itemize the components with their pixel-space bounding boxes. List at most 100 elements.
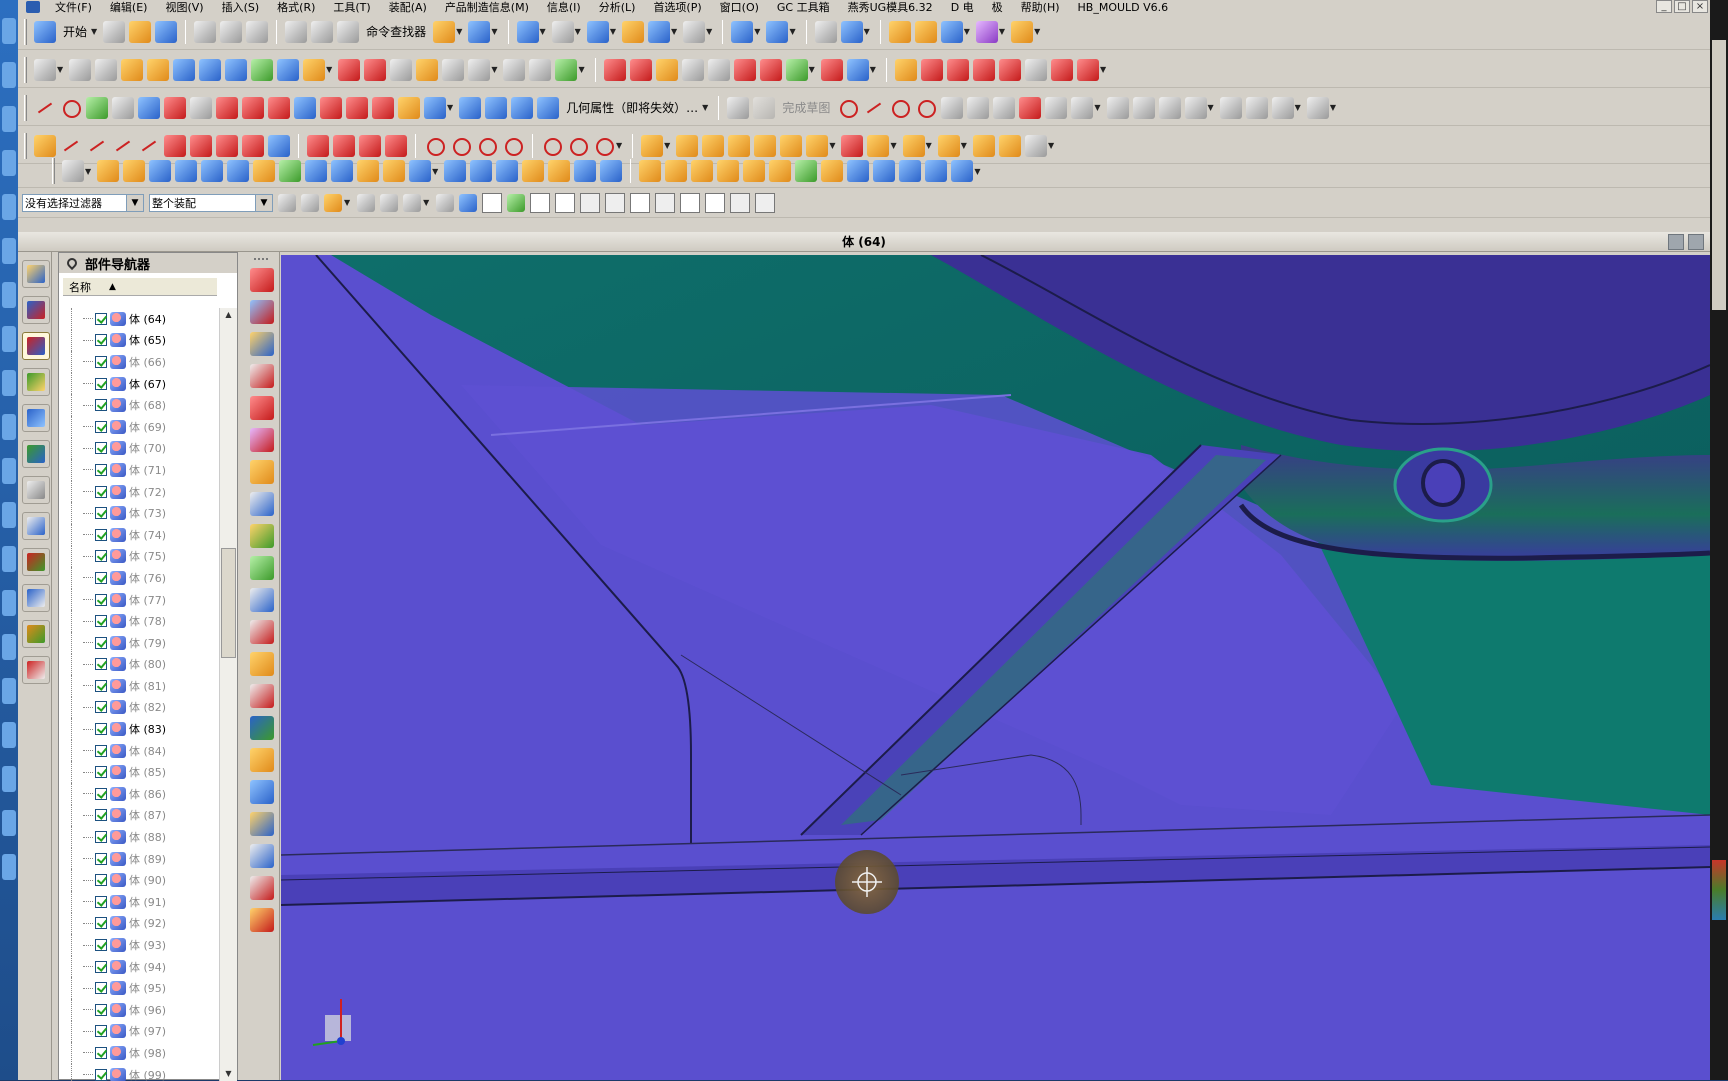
redo-icon[interactable] [311, 20, 334, 43]
law-extension-icon[interactable] [468, 58, 491, 81]
dropdown-icon[interactable]: ▼ [961, 141, 967, 150]
styled-corner-icon[interactable] [785, 58, 808, 81]
dropdown-icon[interactable]: ▼ [1094, 103, 1100, 112]
visibility-checkbox[interactable] [95, 507, 107, 520]
cross-section-edge-icon[interactable] [639, 160, 662, 182]
dropdown-icon[interactable]: ▼ [1208, 103, 1214, 112]
replace-face-icon[interactable] [123, 160, 146, 182]
curve-on-surface-icon[interactable] [894, 58, 917, 81]
sketch-point-icon[interactable] [1045, 96, 1068, 119]
visibility-checkbox[interactable] [95, 463, 107, 476]
orient-view-icon[interactable] [586, 20, 609, 43]
make-tangent-icon[interactable] [305, 160, 328, 182]
dropdown-icon[interactable]: ▼ [754, 27, 760, 36]
i-form-icon[interactable] [629, 58, 652, 81]
auto-constraint-icon[interactable] [1245, 96, 1268, 119]
mold-csys-icon[interactable] [250, 332, 274, 356]
feature-curve-rule-icon[interactable] [324, 193, 342, 212]
menu-analysis[interactable]: 分析(L) [590, 0, 645, 14]
snap-existing-point-icon[interactable] [680, 192, 701, 213]
tree-row[interactable]: 体 (98) [63, 1042, 217, 1064]
more-sketch-icon[interactable] [1306, 96, 1329, 119]
dropdown-icon[interactable]: ▼ [456, 27, 462, 36]
quick-trim-icon[interactable] [1106, 96, 1129, 119]
tree-row[interactable]: 体 (86) [63, 783, 217, 805]
electrode-icon[interactable] [250, 780, 274, 804]
visibility-checkbox[interactable] [95, 1046, 107, 1059]
snap-bounded-grid-icon[interactable] [755, 192, 776, 213]
visibility-checkbox[interactable] [95, 399, 107, 412]
helix-icon[interactable] [1050, 58, 1073, 81]
menu-gc-toolkit[interactable]: GC 工具箱 [768, 0, 839, 14]
dropdown-icon[interactable]: ▼ [999, 27, 1005, 36]
tree-row[interactable]: 体 (83) [63, 718, 217, 740]
dropdown-icon[interactable]: ▼ [432, 167, 438, 176]
gate-icon[interactable] [250, 684, 274, 708]
system-materials-tab[interactable] [22, 476, 50, 504]
sketch-dimension-icon[interactable] [1184, 96, 1207, 119]
show-constraints-icon[interactable] [1271, 96, 1294, 119]
dropdown-icon[interactable]: ▼ [1295, 103, 1301, 112]
tree-row[interactable]: 体 (77) [63, 588, 217, 611]
bill-of-materials-icon[interactable] [250, 876, 274, 900]
visibility-checkbox[interactable] [95, 917, 107, 930]
tree-row[interactable]: 体 (85) [63, 761, 217, 784]
offset-region-icon[interactable] [201, 160, 224, 182]
flow-icon[interactable] [707, 58, 730, 81]
roles-tab[interactable] [22, 584, 50, 612]
start-dropdown-icon[interactable]: ▼ [91, 27, 97, 36]
transition-icon[interactable] [529, 58, 552, 81]
scroll-down-icon[interactable]: ▼ [221, 1067, 236, 1081]
tree-row[interactable]: 体 (80) [63, 653, 217, 676]
mold-tools-icon[interactable] [250, 460, 274, 484]
dropdown-icon[interactable]: ▼ [1100, 65, 1106, 74]
toolbar-grip[interactable] [52, 158, 55, 184]
visibility-checkbox[interactable] [95, 874, 107, 887]
dropdown-icon[interactable]: ▼ [702, 103, 708, 112]
menu-preferences[interactable]: 首选项(P) [644, 0, 710, 14]
cavity-layout-icon[interactable] [250, 428, 274, 452]
visibility-checkbox[interactable] [95, 744, 107, 757]
tree-row[interactable]: 体 (64) [63, 308, 217, 330]
shrinkage-icon[interactable] [250, 364, 274, 388]
sketch-rectangle-icon[interactable] [993, 96, 1016, 119]
trim-curve-icon[interactable] [268, 96, 290, 119]
studio-surface-icon[interactable] [555, 58, 578, 81]
menu-ji[interactable]: 极 [983, 0, 1012, 14]
visibility-checkbox[interactable] [95, 809, 107, 822]
visibility-checkbox[interactable] [95, 485, 107, 498]
visibility-checkbox[interactable] [95, 312, 107, 325]
command-finder-button[interactable]: 命令查找器 [363, 23, 429, 40]
reset-filter-icon[interactable] [301, 193, 319, 212]
type-filter-select[interactable]: 没有选择过滤器 ▼ [22, 193, 144, 212]
fit-view-icon[interactable] [516, 20, 539, 43]
background-icon[interactable] [683, 20, 706, 43]
extend-curve-icon[interactable] [294, 96, 316, 119]
tree-row[interactable]: 体 (68) [63, 394, 217, 416]
spline-icon[interactable] [138, 96, 160, 119]
visibility-checkbox[interactable] [95, 895, 107, 908]
resize-chamfer-icon[interactable] [665, 160, 688, 182]
dropdown-icon[interactable]: ▼ [57, 65, 63, 74]
dropdown-icon[interactable]: ▼ [671, 27, 677, 36]
visibility-checkbox[interactable] [95, 377, 107, 390]
cylinder-icon[interactable] [899, 160, 922, 182]
menu-pmi[interactable]: 产品制造信息(M) [436, 0, 538, 14]
dropdown-icon[interactable]: ▼ [890, 141, 896, 150]
save-icon[interactable] [155, 20, 178, 43]
visibility-checkbox[interactable] [95, 420, 107, 433]
body-select-icon[interactable] [459, 193, 478, 212]
dropdown-icon[interactable]: ▼ [964, 27, 970, 36]
ruled-icon[interactable] [147, 58, 170, 81]
angular-dimension-icon[interactable] [383, 160, 406, 182]
transform-icon[interactable] [424, 96, 446, 119]
pull-face-icon[interactable] [175, 160, 198, 182]
standard-parts-icon[interactable] [250, 556, 274, 580]
visibility-checkbox[interactable] [95, 1068, 107, 1081]
visibility-checkbox[interactable] [95, 442, 107, 455]
initialize-project-icon[interactable] [250, 300, 274, 324]
dropdown-icon[interactable]: ▼ [610, 27, 616, 36]
project-curve-icon[interactable] [920, 58, 943, 81]
dropdown-icon[interactable]: ▼ [926, 141, 932, 150]
thicken-icon[interactable] [416, 58, 439, 81]
